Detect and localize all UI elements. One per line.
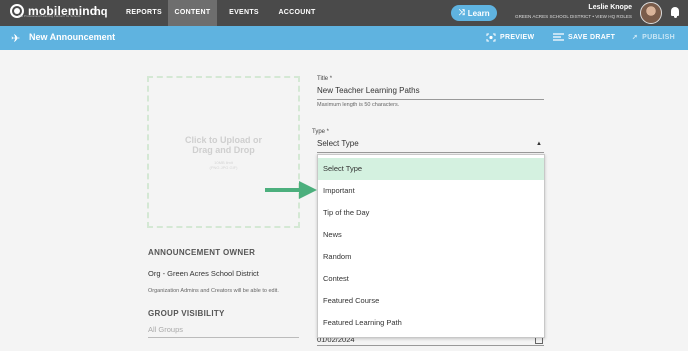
- nav-reports[interactable]: REPORTS: [120, 0, 168, 26]
- nav-events[interactable]: EVENTS: [220, 0, 268, 26]
- preview-icon: [486, 33, 496, 42]
- option-featured-course[interactable]: Featured Course: [318, 290, 544, 312]
- publish-icon: ➚: [632, 34, 639, 41]
- option-select-type[interactable]: Select Type: [318, 158, 544, 180]
- title-label: Title *: [317, 76, 333, 82]
- page-title: New Announcement: [29, 32, 116, 42]
- type-dropdown-menu: Select Type Important Tip of the Day New…: [317, 154, 545, 338]
- owner-help-text: Organization Admins and Creators will be…: [148, 288, 279, 294]
- publish-label: PUBLISH: [642, 33, 675, 41]
- option-featured-learning-path[interactable]: Featured Learning Path: [318, 312, 544, 334]
- option-news[interactable]: News: [318, 224, 544, 246]
- top-navigation: mobilemind The Professional Learning Pla…: [0, 0, 688, 26]
- nav-account[interactable]: ACCOUNT: [272, 0, 322, 26]
- owner-value: Org - Green Acres School District: [148, 269, 259, 278]
- shuffle-icon: ⤨: [458, 8, 465, 17]
- save-draft-button[interactable]: SAVE DRAFT: [553, 33, 615, 41]
- type-select[interactable]: Select Type: [317, 139, 544, 153]
- save-draft-icon: [553, 33, 564, 41]
- option-random[interactable]: Random: [318, 246, 544, 268]
- rocket-icon: ✈: [11, 33, 21, 45]
- title-helper-text: Maximum length is 50 characters.: [317, 102, 400, 108]
- save-draft-label: SAVE DRAFT: [568, 33, 616, 41]
- annotation-arrow-icon: [265, 181, 317, 199]
- learn-button[interactable]: ⤨ Learn: [451, 5, 497, 21]
- option-contest[interactable]: Contest: [318, 268, 544, 290]
- type-label: Type *: [312, 129, 330, 135]
- user-district-roles[interactable]: GREEN ACRES SCHOOL DISTRICT • VIEW HQ RO…: [515, 14, 632, 19]
- brand-suffix: hq: [94, 6, 108, 18]
- option-important[interactable]: Important: [318, 180, 544, 202]
- preview-button[interactable]: PREVIEW: [486, 33, 534, 42]
- option-tip-of-the-day[interactable]: Tip of the Day: [318, 202, 544, 224]
- publish-button[interactable]: ➚ PUBLISH: [632, 33, 675, 42]
- preview-label: PREVIEW: [500, 34, 535, 41]
- title-input[interactable]: New Teacher Learning Paths: [317, 86, 420, 95]
- group-visibility-heading: GROUP VISIBILITY: [148, 309, 225, 318]
- learn-button-label: Learn: [467, 8, 490, 18]
- upload-limits: 10MB limit (PNG JPG GIF): [209, 159, 238, 170]
- page-header: ✈ New Announcement PREVIEW SAVE DRAFT ➚ …: [0, 26, 688, 50]
- type-underline: [317, 152, 544, 153]
- nav-content[interactable]: CONTENT: [168, 0, 217, 26]
- user-name: Leslie Knope: [588, 4, 632, 11]
- owner-heading: ANNOUNCEMENT OWNER: [148, 248, 256, 257]
- image-upload-dropzone[interactable]: Click to Upload or Drag and Drop 10MB li…: [147, 76, 300, 228]
- title-underline: [317, 99, 544, 100]
- date-underline: [317, 345, 544, 346]
- group-visibility-select[interactable]: All Groups: [148, 325, 183, 334]
- bell-icon[interactable]: [671, 7, 679, 18]
- caret-up-icon[interactable]: ▲: [536, 141, 542, 147]
- brand-tagline: The Professional Learning Platform for S…: [18, 14, 81, 18]
- upload-instructions: Click to Upload or Drag and Drop: [184, 134, 262, 155]
- avatar[interactable]: [640, 2, 662, 24]
- group-visibility-underline: [148, 337, 299, 338]
